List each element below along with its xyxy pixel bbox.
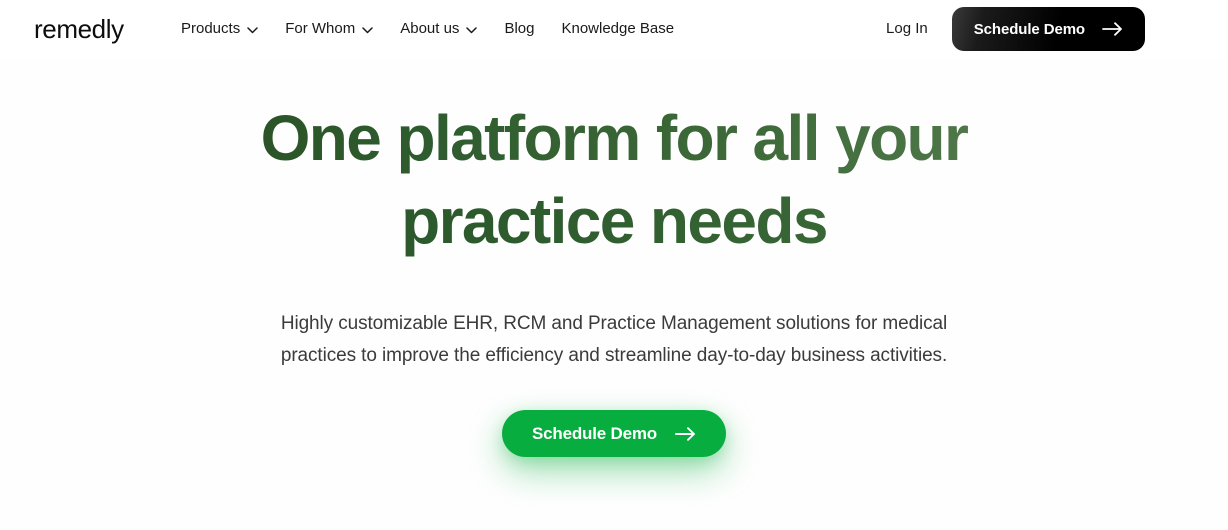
nav-item-blog[interactable]: Blog <box>504 19 534 39</box>
nav-right-actions: Log In Schedule Demo <box>886 0 1228 58</box>
chevron-down-icon <box>466 26 478 34</box>
nav-item-label: About us <box>400 20 460 37</box>
subheadline-line-1: Highly customizable EHR, RCM and Practic… <box>280 313 948 334</box>
arrow-right-icon <box>675 426 696 441</box>
nav-schedule-demo-button[interactable]: Schedule Demo <box>951 7 1145 51</box>
nav-item-about-us[interactable]: About us <box>400 19 478 39</box>
chevron-down-icon <box>362 26 373 34</box>
main-nav-links: Products For Whom About us Blog Knowledg… <box>181 0 674 58</box>
top-navigation-bar: remedly Products For Whom About us Blog … <box>0 0 1228 58</box>
hero-cta-container: Schedule Demo <box>0 372 1228 457</box>
nav-item-label: For Whom <box>285 20 356 37</box>
nav-item-products[interactable]: Products <box>181 19 258 39</box>
nav-item-label: Products <box>181 20 241 37</box>
brand-logo[interactable]: remedly <box>34 14 124 44</box>
login-link[interactable]: Log In <box>886 19 928 39</box>
hero-section: One platform for all your practice needs… <box>0 58 1228 457</box>
landing-page: remedly Products For Whom About us Blog … <box>0 0 1228 530</box>
arrow-right-icon <box>1102 22 1123 36</box>
page-title: One platform for all your practice needs <box>0 58 1228 263</box>
subheadline-line-2: practices to improve the efficiency and … <box>280 345 948 366</box>
headline-line-1: One platform for all your <box>0 97 1228 180</box>
hero-schedule-demo-label: Schedule Demo <box>532 423 657 443</box>
headline-line-2: practice needs <box>0 180 1228 263</box>
nav-item-label: Blog <box>504 20 535 37</box>
nav-item-label: Knowledge Base <box>561 20 675 37</box>
chevron-down-icon <box>247 26 258 34</box>
nav-schedule-demo-label: Schedule Demo <box>973 20 1085 38</box>
nav-item-knowledge-base[interactable]: Knowledge Base <box>561 19 674 39</box>
hero-subheadline: Highly customizable EHR, RCM and Practic… <box>0 263 1228 372</box>
hero-schedule-demo-button[interactable]: Schedule Demo <box>502 410 726 457</box>
nav-item-for-whom[interactable]: For Whom <box>285 19 373 39</box>
